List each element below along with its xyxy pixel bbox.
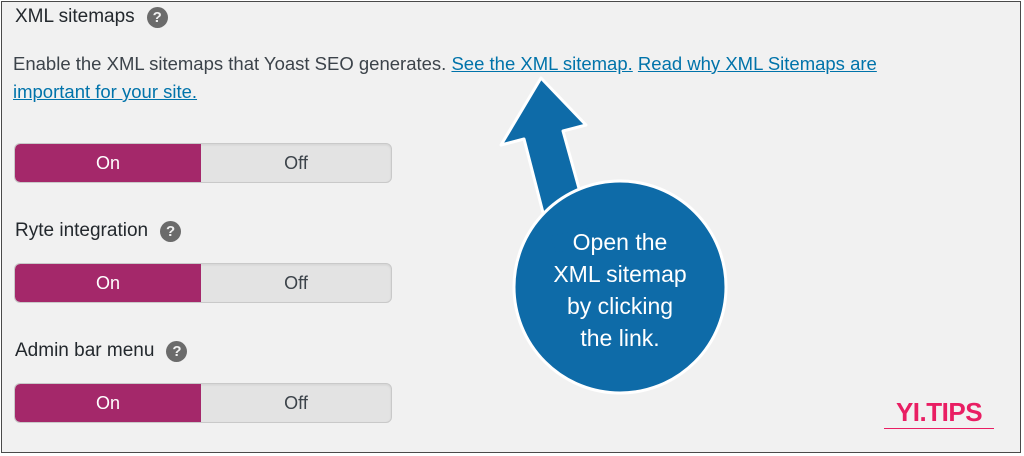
brand-watermark: YI.TIPS — [884, 398, 994, 429]
description-text: Enable the XML sitemaps that Yoast SEO g… — [13, 53, 447, 74]
callout-line-4: the link. — [580, 325, 660, 351]
help-icon[interactable]: ? — [166, 340, 188, 362]
ryte-integration-title: Ryte integration — [15, 220, 149, 241]
admin-bar-menu-heading: Admin bar menu ? — [15, 340, 188, 362]
admin-bar-menu-title: Admin bar menu — [15, 340, 155, 361]
ryte-off-option[interactable]: Off — [201, 264, 391, 302]
xml-sitemaps-heading: XML sitemaps ? — [15, 6, 168, 28]
xml-sitemaps-description: Enable the XML sitemaps that Yoast SEO g… — [13, 50, 913, 106]
admin-bar-off-option[interactable]: Off — [201, 384, 391, 422]
brand-logo: YI.TIPS — [895, 397, 983, 427]
help-icon[interactable]: ? — [160, 220, 182, 242]
xml-sitemaps-title: XML sitemaps — [15, 6, 135, 27]
admin-bar-on-option[interactable]: On — [15, 384, 201, 422]
callout-text: Open the XML sitemap by clicking the lin… — [524, 226, 716, 354]
xml-sitemaps-off-option[interactable]: Off — [201, 144, 391, 182]
brand-underline — [884, 428, 994, 429]
ryte-integration-heading: Ryte integration ? — [15, 220, 182, 242]
callout-line-2: XML sitemap — [553, 261, 687, 287]
ryte-on-option[interactable]: On — [15, 264, 201, 302]
callout-line-1: Open the — [572, 229, 668, 255]
see-xml-sitemap-link[interactable]: See the XML sitemap. — [451, 53, 632, 74]
admin-bar-menu-toggle[interactable]: On Off — [14, 383, 392, 423]
xml-sitemaps-toggle[interactable]: On Off — [14, 143, 392, 183]
help-icon[interactable]: ? — [146, 6, 168, 28]
xml-sitemaps-on-option[interactable]: On — [15, 144, 201, 182]
callout-line-3: by clicking — [566, 293, 674, 319]
ryte-integration-toggle[interactable]: On Off — [14, 263, 392, 303]
